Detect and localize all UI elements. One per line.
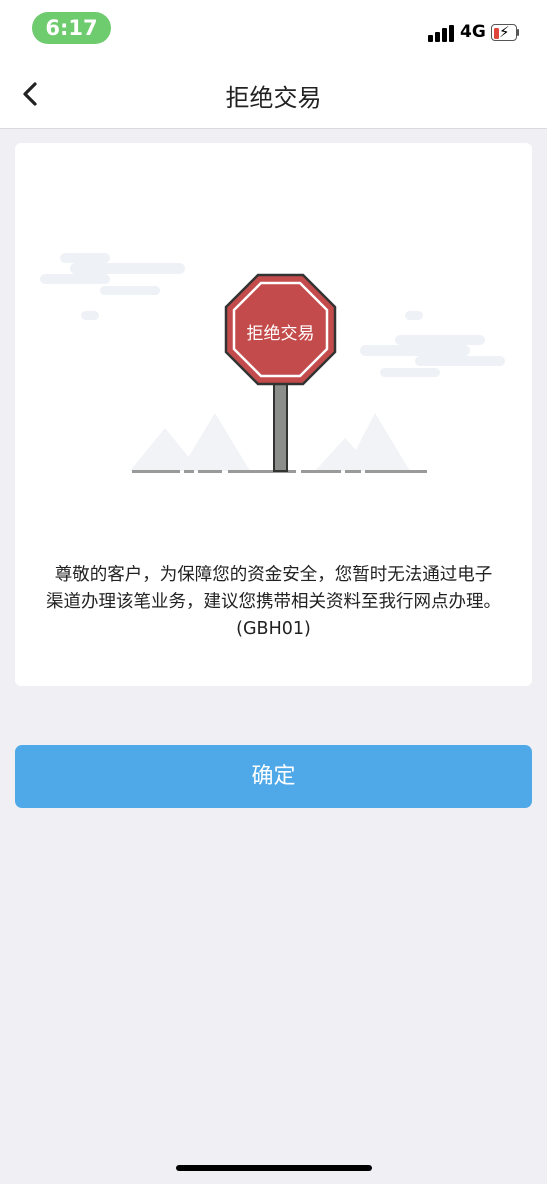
signal-icon [428, 24, 456, 42]
message-line: 渠道办理该笔业务，建议您携带相关资料至我行网点办理。 [46, 592, 501, 612]
mountains-icon [130, 413, 410, 471]
message-line: 尊敬的客户，为保障您的资金安全，您暂时无法通过电子 [54, 565, 493, 585]
cloud-left-icon [40, 253, 185, 320]
stop-sign-illustration: 拒绝交易 [15, 223, 532, 493]
charging-bolt-icon: ⚡ [499, 23, 510, 41]
battery-icon: ⚡ [491, 23, 519, 41]
page-title: 拒绝交易 [225, 84, 322, 112]
error-code: (GBH01) [236, 619, 311, 639]
rejection-message: 尊敬的客户，为保障您的资金安全，您暂时无法通过电子 渠道办理该笔业务，建议您携带… [25, 562, 522, 643]
rejection-card: 拒绝交易 尊敬的客户，为保障您的资金安全，您暂时无法通过电子 渠道办理该笔业务，… [15, 143, 532, 686]
confirm-button[interactable]: 确定 [15, 745, 532, 808]
cloud-right-icon [360, 311, 505, 377]
nav-bar: 拒绝交易 [0, 58, 547, 129]
network-label: 4G [460, 22, 486, 42]
status-time: 6:17 [32, 12, 111, 44]
home-indicator[interactable] [176, 1165, 372, 1171]
stop-sign-label: 拒绝交易 [246, 324, 315, 344]
status-bar: 6:17 4G ⚡ [0, 0, 547, 58]
